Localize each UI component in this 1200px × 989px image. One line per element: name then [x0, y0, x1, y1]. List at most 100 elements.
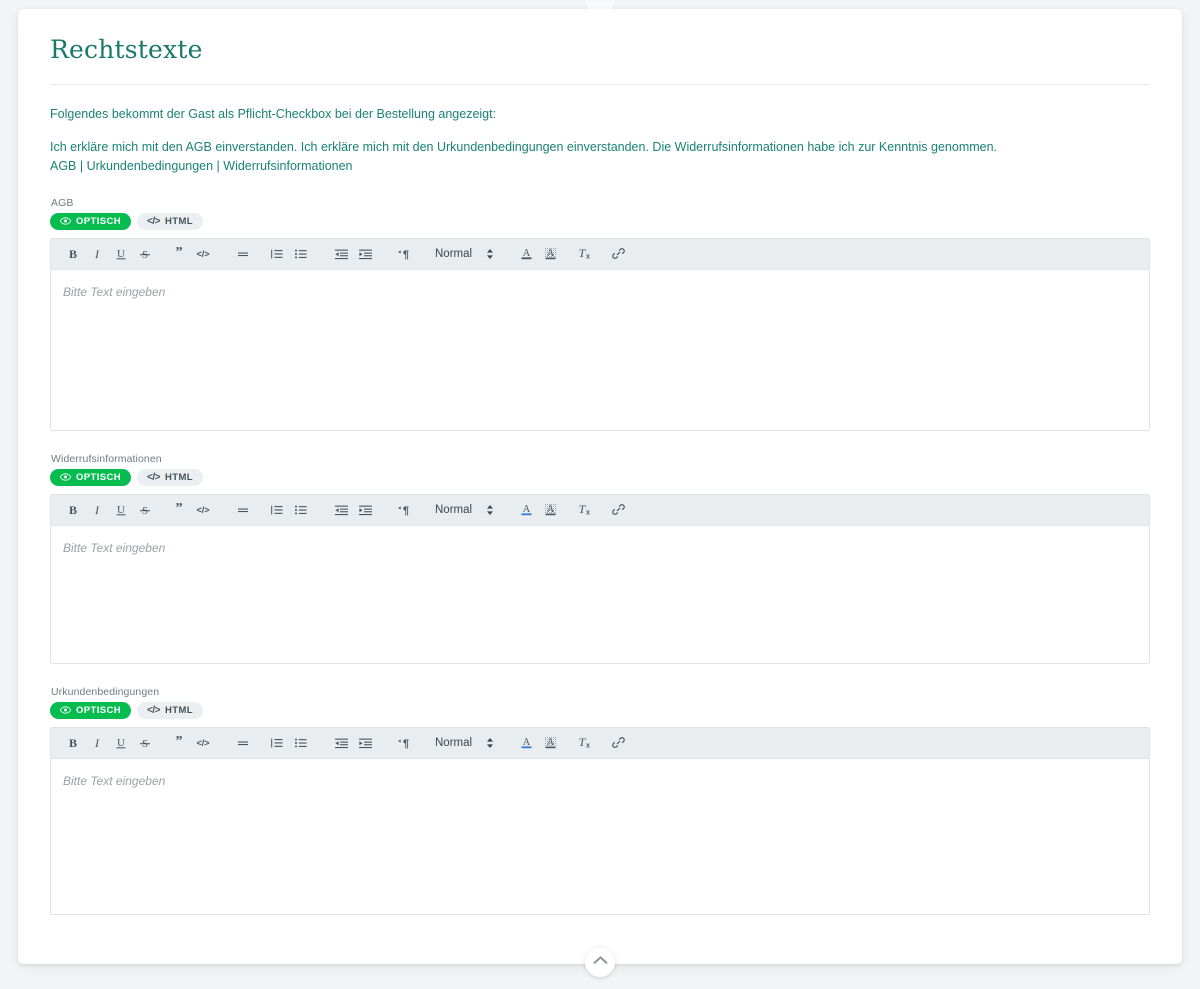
svg-text:U: U [117, 248, 125, 260]
outdent-icon[interactable] [329, 498, 353, 522]
text-direction-icon[interactable]: ¶ [393, 242, 417, 266]
svg-text:”: ” [176, 736, 183, 749]
background-color-icon[interactable]: A [538, 731, 562, 755]
svg-text:</>: </> [196, 738, 209, 748]
background-color-icon[interactable]: A [538, 498, 562, 522]
mode-toggle-agb: OPTISCH </> HTML [50, 212, 1150, 230]
strikethrough-button[interactable]: S [133, 498, 157, 522]
svg-text:¶: ¶ [403, 249, 409, 261]
blockquote-icon[interactable]: ” [167, 242, 191, 266]
bold-button[interactable]: B [61, 242, 85, 266]
code-block-icon[interactable]: </> [191, 242, 215, 266]
code-block-icon[interactable]: </> [191, 731, 215, 755]
toggle-html-label-widerrufsinformationen: HTML [165, 471, 193, 483]
toggle-html-widerrufsinformationen[interactable]: </> HTML [137, 468, 203, 486]
clear-format-icon[interactable]: Tx [572, 242, 596, 266]
editor-toolbar-urkundenbedingungen: B I U S ” </> [51, 727, 1149, 759]
eye-icon [60, 706, 71, 714]
clause-links: AGB | Urkundenbedingungen | Widerrufsinf… [50, 158, 353, 173]
svg-text:x: x [586, 254, 590, 261]
toggle-html-agb[interactable]: </> HTML [137, 212, 203, 230]
underline-button[interactable]: U [109, 242, 133, 266]
svg-text:x: x [586, 510, 590, 517]
blockquote-icon[interactable]: ” [167, 731, 191, 755]
strikethrough-button[interactable]: S [133, 242, 157, 266]
field-group-agb: AGB OPTISCH </> HTML B I U ” </> ¶ Norma… [50, 197, 1150, 431]
underline-button[interactable]: U [109, 731, 133, 755]
editor-content-widerrufsinformationen[interactable]: Bitte Text eingeben [51, 525, 1149, 663]
page-root: Rechtstexte Folgendes bekommt der Gast a… [0, 0, 1200, 989]
bullet-list-icon[interactable] [289, 731, 313, 755]
bold-button[interactable]: B [61, 498, 85, 522]
text-color-icon[interactable]: A [514, 242, 538, 266]
ordered-list-icon[interactable] [265, 498, 289, 522]
link-icon[interactable] [606, 498, 630, 522]
field-label-urkundenbedingungen: Urkundenbedingungen [51, 685, 160, 698]
outdent-icon[interactable] [329, 731, 353, 755]
blockquote-icon[interactable]: ” [167, 498, 191, 522]
svg-text:I: I [94, 503, 100, 517]
indent-icon[interactable] [353, 731, 377, 755]
svg-text:A: A [522, 248, 530, 259]
svg-text:</>: </> [196, 249, 209, 259]
clear-format-icon[interactable]: Tx [572, 498, 596, 522]
align-icon[interactable] [231, 731, 255, 755]
toggle-visual-agb[interactable]: OPTISCH [50, 212, 132, 230]
format-select[interactable]: Normal [427, 498, 498, 522]
page-title: Rechtstexte [50, 35, 203, 64]
underline-button[interactable]: U [109, 498, 133, 522]
text-color-icon[interactable]: A [514, 498, 538, 522]
toggle-visual-widerrufsinformationen[interactable]: OPTISCH [50, 468, 132, 486]
svg-text:I: I [94, 736, 100, 750]
italic-button[interactable]: I [85, 731, 109, 755]
italic-button[interactable]: I [85, 498, 109, 522]
svg-text:U: U [117, 504, 125, 516]
editor-content-urkundenbedingungen[interactable]: Bitte Text eingeben [51, 758, 1149, 914]
field-group-widerrufsinformationen: Widerrufsinformationen OPTISCH </> HTML … [50, 453, 1150, 664]
text-direction-icon[interactable]: ¶ [393, 731, 417, 755]
svg-text:¶: ¶ [403, 505, 409, 517]
bullet-list-icon[interactable] [289, 498, 313, 522]
align-icon[interactable] [231, 498, 255, 522]
clear-format-icon[interactable]: Tx [572, 731, 596, 755]
bold-button[interactable]: B [61, 731, 85, 755]
toggle-visual-urkundenbedingungen[interactable]: OPTISCH [50, 701, 132, 719]
svg-text:A: A [522, 504, 530, 515]
svg-text:A: A [546, 504, 554, 515]
format-select[interactable]: Normal [427, 242, 498, 266]
align-icon[interactable] [231, 242, 255, 266]
clause-sentence: Ich erkläre mich mit den AGB einverstand… [50, 140, 998, 155]
svg-text:B: B [69, 503, 77, 517]
format-select-value: Normal [435, 736, 473, 749]
content-card: Rechtstexte Folgendes bekommt der Gast a… [18, 9, 1182, 964]
toggle-visual-label-widerrufsinformationen: OPTISCH [76, 471, 122, 483]
indent-icon[interactable] [353, 242, 377, 266]
link-icon[interactable] [606, 242, 630, 266]
indent-icon[interactable] [353, 498, 377, 522]
code-block-icon[interactable]: </> [191, 498, 215, 522]
svg-text:I: I [94, 247, 100, 261]
svg-text:B: B [69, 247, 77, 261]
field-label-widerrufsinformationen: Widerrufsinformationen [51, 452, 162, 465]
bullet-list-icon[interactable] [289, 242, 313, 266]
italic-button[interactable]: I [85, 242, 109, 266]
text-direction-icon[interactable]: ¶ [393, 498, 417, 522]
editor-placeholder-urkundenbedingungen: Bitte Text eingeben [63, 773, 166, 788]
strikethrough-button[interactable]: S [133, 731, 157, 755]
text-color-icon[interactable]: A [514, 731, 538, 755]
ordered-list-icon[interactable] [265, 242, 289, 266]
updown-caret-icon [486, 247, 494, 261]
toggle-html-urkundenbedingungen[interactable]: </> HTML [137, 701, 203, 719]
outdent-icon[interactable] [329, 242, 353, 266]
background-color-icon[interactable]: A [538, 242, 562, 266]
scroll-to-top-button[interactable] [585, 947, 615, 977]
svg-text:”: ” [176, 503, 183, 516]
rich-text-editor-widerrufsinformationen: B I U S ” </> [50, 493, 1150, 664]
svg-text:¶: ¶ [403, 738, 409, 750]
editor-content-agb[interactable]: Bitte Text eingeben [51, 269, 1149, 430]
format-select[interactable]: Normal [427, 731, 498, 755]
toggle-visual-label-urkundenbedingungen: OPTISCH [76, 704, 122, 716]
rich-text-editor-agb: B I U S ” </> [50, 237, 1150, 431]
link-icon[interactable] [606, 731, 630, 755]
ordered-list-icon[interactable] [265, 731, 289, 755]
